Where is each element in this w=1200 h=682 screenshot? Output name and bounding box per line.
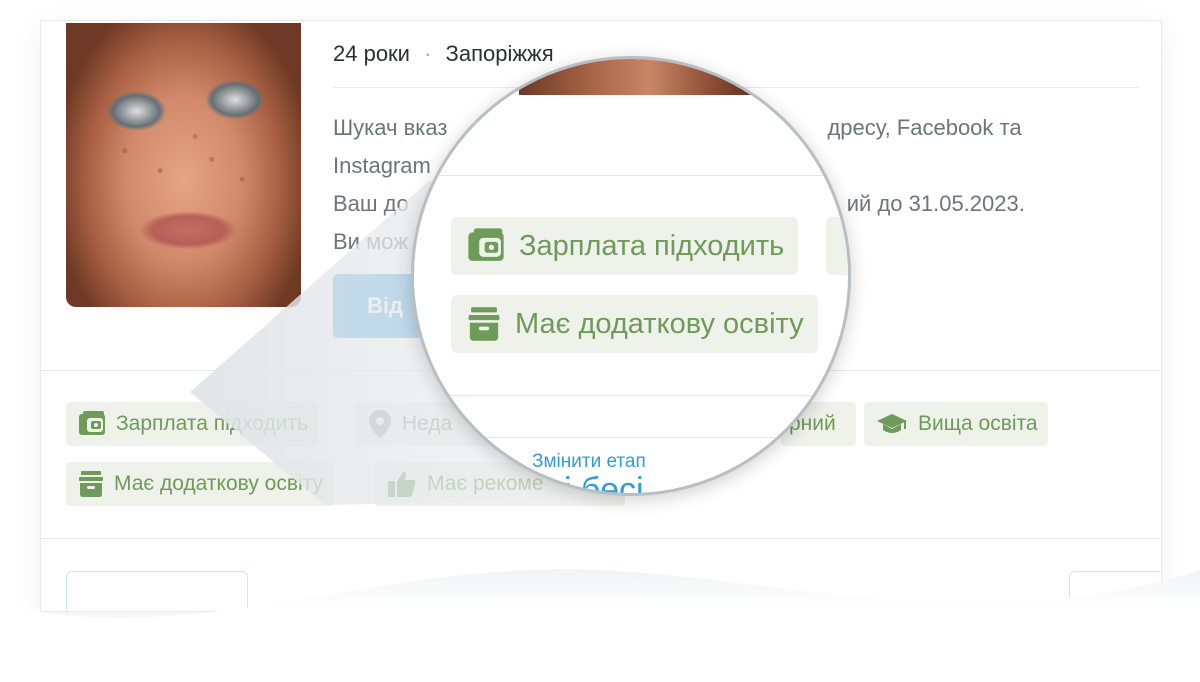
candidate-photo	[66, 23, 301, 307]
lens-partial-text: і бесі	[564, 471, 644, 496]
graduation-cap-icon	[877, 414, 907, 433]
lens-tag-label: Зарплата підходить	[519, 229, 785, 262]
location-pin-icon	[369, 410, 391, 438]
scene: 24 роки · Запоріжжя Шукач вказ дресу, Fac…	[0, 0, 1200, 682]
lens-divider	[414, 175, 848, 176]
meta-separator: ·	[424, 41, 432, 66]
wavy-edge	[0, 569, 1200, 682]
tag-label: Вища освіта	[918, 412, 1038, 435]
tag-additional-education: Має додаткову освіту	[66, 462, 334, 506]
tag-label: Має додаткову освіту	[114, 472, 324, 495]
lens-tag-label: Має додаткову освіту	[515, 307, 804, 340]
archive-box-icon	[468, 307, 500, 341]
lens-stage-field	[474, 395, 804, 438]
wallet-icon	[468, 228, 504, 261]
tag-label: Неда	[402, 412, 453, 435]
tag-higher-education: Вища освіта	[864, 402, 1048, 446]
lens-photo-crop	[519, 59, 757, 95]
change-stage-link[interactable]: Змінити етап	[532, 451, 646, 473]
magnifier-lens: Зарплата підходить Має додаткову освіту …	[411, 56, 851, 496]
archive-box-icon	[79, 471, 103, 497]
lens-tag-partial	[826, 217, 848, 275]
thumbs-up-icon	[388, 471, 416, 497]
tag-label: Зарплата підходить	[116, 412, 309, 435]
tag-label: Має рекоме	[427, 472, 544, 495]
candidate-age: 24 роки	[333, 41, 410, 66]
lens-tag-salary-fits: Зарплата підходить	[451, 217, 799, 275]
tag-salary-fits: Зарплата підходить	[66, 402, 319, 446]
lens-tag-additional-education: Має додаткову освіту	[451, 295, 818, 353]
wallet-icon	[79, 411, 105, 435]
